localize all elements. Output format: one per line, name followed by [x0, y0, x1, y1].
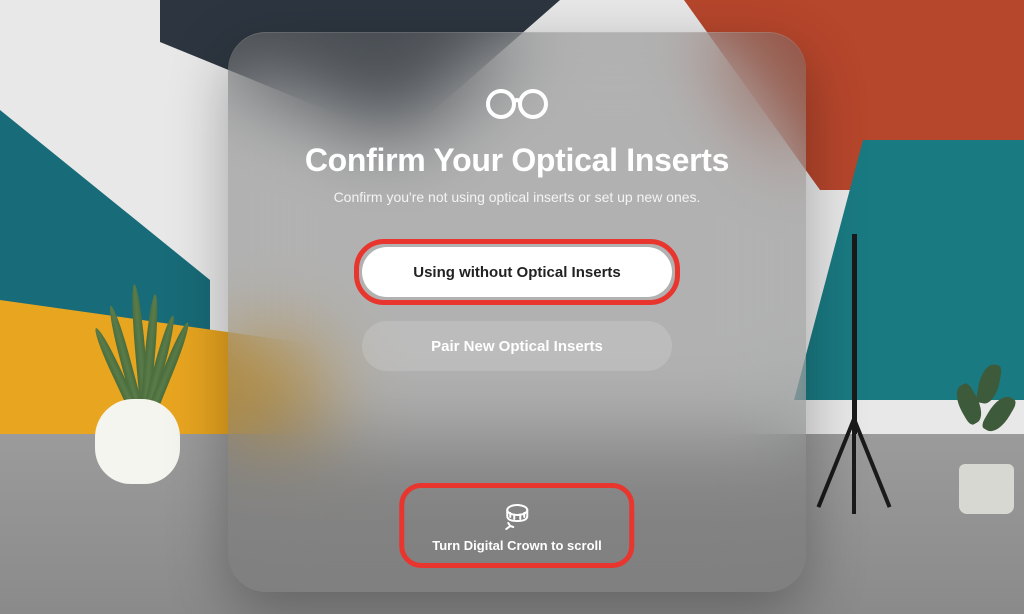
pair-new-inserts-button[interactable]: Pair New Optical Inserts [362, 321, 672, 371]
using-without-inserts-button[interactable]: Using without Optical Inserts [362, 247, 672, 297]
digital-crown-icon [500, 502, 534, 532]
optical-inserts-dialog: Confirm Your Optical Inserts Confirm you… [228, 32, 806, 592]
dialog-title: Confirm Your Optical Inserts [305, 142, 729, 179]
plant-right-pot [959, 464, 1014, 514]
glasses-icon [477, 82, 557, 122]
scroll-hint-highlight: Turn Digital Crown to scroll [399, 483, 634, 568]
dialog-subtitle: Confirm you're not using optical inserts… [334, 189, 701, 205]
plant-pot [95, 399, 180, 484]
primary-button-highlight: Using without Optical Inserts [354, 239, 680, 305]
tripod-decoration [804, 234, 904, 514]
scroll-hint-text: Turn Digital Crown to scroll [432, 538, 601, 553]
plant-right-decoration [954, 334, 1014, 484]
plant-decoration [90, 294, 190, 414]
scroll-hint-area: Turn Digital Crown to scroll [399, 483, 634, 568]
